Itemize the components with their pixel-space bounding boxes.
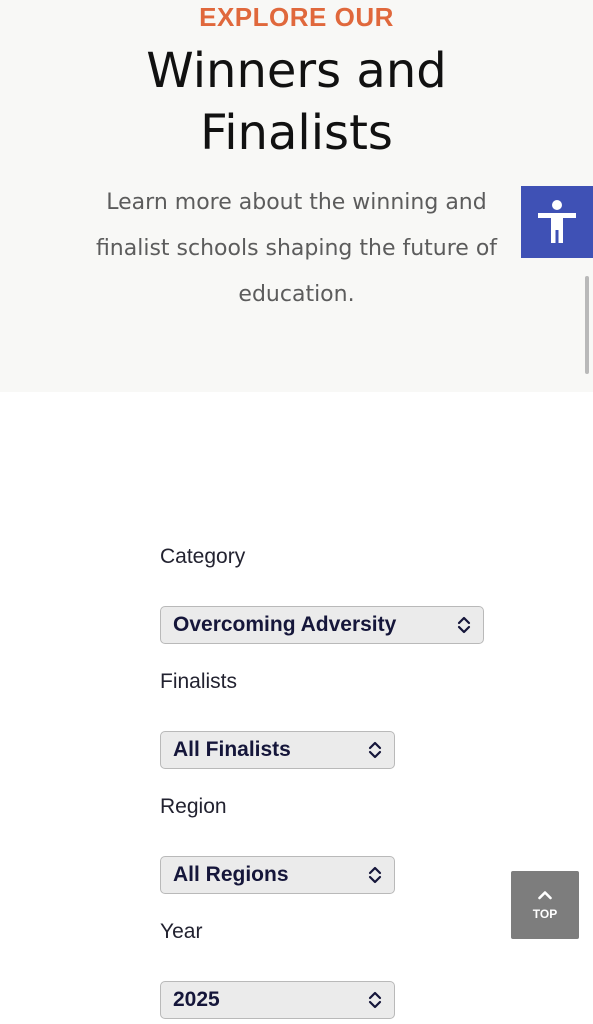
year-select-value: 2025 [173, 988, 220, 1011]
accessibility-button[interactable] [521, 186, 593, 258]
scrollbar-thumb[interactable] [585, 276, 589, 374]
category-label: Category [160, 545, 246, 568]
category-select[interactable]: Overcoming Adversity [160, 606, 484, 644]
hero-intro: Learn more about the winning and finalis… [80, 180, 513, 318]
year-select[interactable]: 2025 [160, 981, 395, 1019]
finalists-select[interactable]: All Finalists [160, 731, 395, 769]
page-title-line-2: Finalists [200, 105, 393, 161]
page-title: Winners and Finalists [0, 40, 593, 164]
chevron-up-down-icon [368, 741, 382, 759]
region-label: Region [160, 795, 227, 818]
chevron-up-down-icon [368, 991, 382, 1009]
category-select-value: Overcoming Adversity [173, 613, 397, 636]
page: EXPLORE OUR Winners and Finalists Learn … [0, 0, 593, 1024]
region-select-value: All Regions [173, 863, 289, 886]
chevron-up-down-icon [457, 616, 471, 634]
hero-eyebrow: EXPLORE OUR [199, 2, 394, 32]
hero-intro-line-2: finalist schools shaping the future of [95, 236, 498, 261]
chevron-up-icon [538, 890, 552, 899]
hero-section: EXPLORE OUR Winners and Finalists Learn … [0, 0, 593, 392]
region-select[interactable]: All Regions [160, 856, 395, 894]
finalists-select-value: All Finalists [173, 738, 291, 761]
page-title-line-1: Winners and [146, 43, 447, 99]
accessibility-person-icon [538, 200, 576, 243]
hero-intro-line-1: Learn more about the winning and [106, 190, 487, 215]
back-to-top-label: TOP [532, 906, 558, 921]
back-to-top-button[interactable]: TOP [511, 871, 579, 939]
chevron-up-down-icon [368, 866, 382, 884]
year-label: Year [160, 920, 203, 943]
finalists-label: Finalists [160, 670, 238, 693]
hero-intro-line-3: education. [238, 282, 355, 307]
